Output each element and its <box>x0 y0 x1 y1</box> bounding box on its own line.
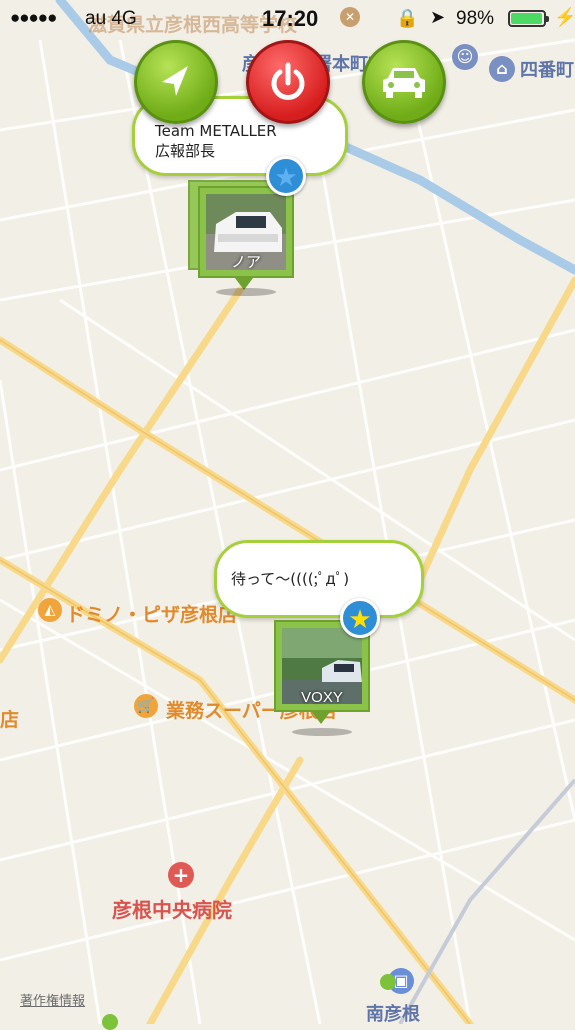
pin-1-favorite-button[interactable]: ★ <box>266 156 306 196</box>
hospital-icon: + <box>168 862 194 888</box>
car-button[interactable] <box>362 40 446 124</box>
carrier-label: au 4G <box>85 8 137 29</box>
pin-1-marker[interactable]: ノア <box>188 178 298 298</box>
rotation-lock-icon: 🔒 <box>396 8 419 28</box>
government-icon: ⌂ <box>489 56 515 82</box>
status-bar: ●●●●● au 4G 17:20 🔒 ➤ 98% ⚡ <box>0 0 575 38</box>
battery-percent: 98% <box>456 8 495 29</box>
cart-icon: 🛒 <box>134 694 158 718</box>
star-icon: ★ <box>274 163 298 193</box>
pizza-icon: ◭ <box>38 598 62 622</box>
pin-2-bubble-line-1: 待って〜((((;ﾟдﾟ) <box>231 570 350 588</box>
clock: 17:20 <box>262 6 319 31</box>
power-button[interactable] <box>246 40 330 124</box>
location-arrow-icon: ➤ <box>430 7 446 27</box>
navigation-arrow-icon <box>162 66 188 96</box>
battery-icon <box>508 10 549 27</box>
pin-1-bubble-line-1: Team METALLER <box>155 122 277 140</box>
user-dot-icon <box>380 974 396 990</box>
copyright-link[interactable]: 著作権情報 <box>20 990 85 1009</box>
car-icon <box>383 68 425 98</box>
navigate-button[interactable] <box>134 40 218 124</box>
station-label: 南彦根 <box>366 1004 420 1025</box>
pin-2-bubble[interactable]: 待って〜((((;ﾟдﾟ) <box>214 540 424 618</box>
shibancho-label: 四番町 <box>520 60 574 81</box>
bolt-icon: ⚡ <box>554 7 575 27</box>
pin-2-favorite-button[interactable]: ★ <box>340 598 380 638</box>
pin-2-marker[interactable]: VOXY <box>274 620 384 740</box>
user-dot-icon-2 <box>102 1014 118 1030</box>
pizza-label: ドミノ・ピザ彦根店 <box>66 604 238 626</box>
pin-2-caption: VOXY <box>301 689 343 706</box>
left-store-label: 店 <box>0 709 20 731</box>
pin-1-bubble-line-2: 広報部長 <box>155 142 216 160</box>
police-icon: ☺ <box>452 44 478 70</box>
signal-strength-icon: ●●●●● <box>10 8 57 27</box>
pin-1-caption: ノア <box>230 254 261 271</box>
power-icon <box>271 62 305 100</box>
star-icon: ★ <box>348 605 372 635</box>
hospital-label: 彦根中央病院 <box>112 898 232 922</box>
